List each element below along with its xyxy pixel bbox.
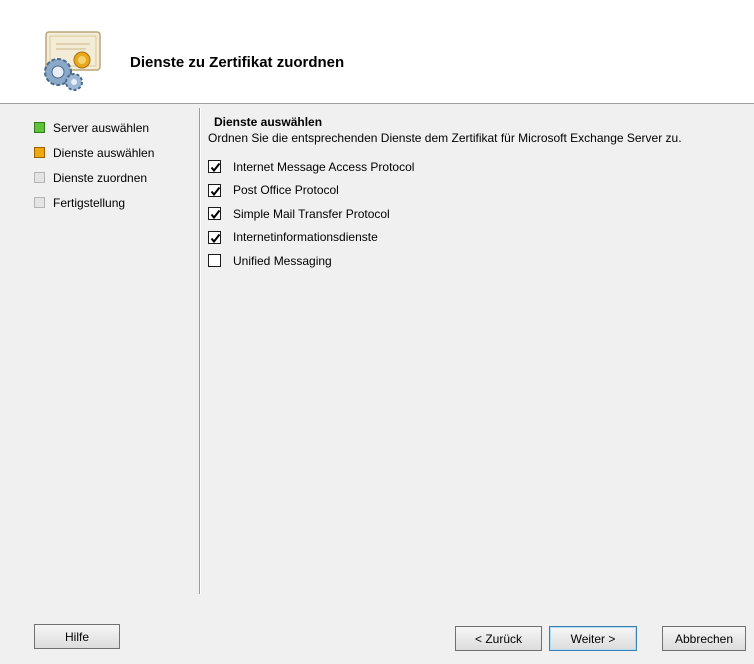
vertical-divider xyxy=(199,108,201,594)
step-label: Dienste zuordnen xyxy=(53,170,148,185)
option-pop[interactable]: Post Office Protocol xyxy=(208,179,744,203)
step-fertigstellung: Fertigstellung xyxy=(34,193,154,212)
step-dienste-auswaehlen: Dienste auswählen xyxy=(34,143,154,162)
option-label: Simple Mail Transfer Protocol xyxy=(233,206,390,221)
page-title: Dienste zu Zertifikat zuordnen xyxy=(130,54,345,71)
option-label: Post Office Protocol xyxy=(233,183,339,198)
step-pending-icon xyxy=(34,197,45,208)
next-button[interactable]: Weiter > xyxy=(549,626,637,651)
option-label: Internet Message Access Protocol xyxy=(233,159,415,174)
iis-checkbox[interactable] xyxy=(208,230,221,244)
step-label: Server auswählen xyxy=(53,120,150,135)
step-server-auswaehlen: Server auswählen xyxy=(34,118,154,137)
wizard-steps: Server auswählen Dienste auswählen Diens… xyxy=(34,118,154,218)
smtp-checkbox[interactable] xyxy=(208,207,221,221)
step-complete-icon xyxy=(34,122,45,133)
section-description: Ordnen Sie die entsprechenden Dienste de… xyxy=(208,131,682,145)
step-label: Fertigstellung xyxy=(53,195,126,210)
step-label: Dienste auswählen xyxy=(53,145,155,160)
step-pending-icon xyxy=(34,172,45,183)
option-label: Internetinformationsdienste xyxy=(233,230,378,245)
help-button[interactable]: Hilfe xyxy=(34,624,120,649)
unified-messaging-checkbox[interactable] xyxy=(208,254,221,268)
section-title: Dienste auswählen xyxy=(214,115,323,129)
option-smtp[interactable]: Simple Mail Transfer Protocol xyxy=(208,202,744,226)
option-iis[interactable]: Internetinformationsdienste xyxy=(208,226,744,250)
back-button[interactable]: < Zurück xyxy=(455,626,542,651)
option-imap[interactable]: Internet Message Access Protocol xyxy=(208,155,744,179)
certificate-gear-icon xyxy=(36,30,106,92)
imap-checkbox[interactable] xyxy=(208,160,221,174)
pop-checkbox[interactable] xyxy=(208,183,221,197)
wizard-header: Dienste zu Zertifikat zuordnen xyxy=(0,0,754,104)
step-dienste-zuordnen: Dienste zuordnen xyxy=(34,168,154,187)
cancel-button[interactable]: Abbrechen xyxy=(662,626,746,651)
step-current-icon xyxy=(34,147,45,158)
option-label: Unified Messaging xyxy=(233,253,332,268)
option-unified-messaging[interactable]: Unified Messaging xyxy=(208,249,744,273)
main-content: Dienste auswählen Ordnen Sie die entspre… xyxy=(208,115,744,273)
